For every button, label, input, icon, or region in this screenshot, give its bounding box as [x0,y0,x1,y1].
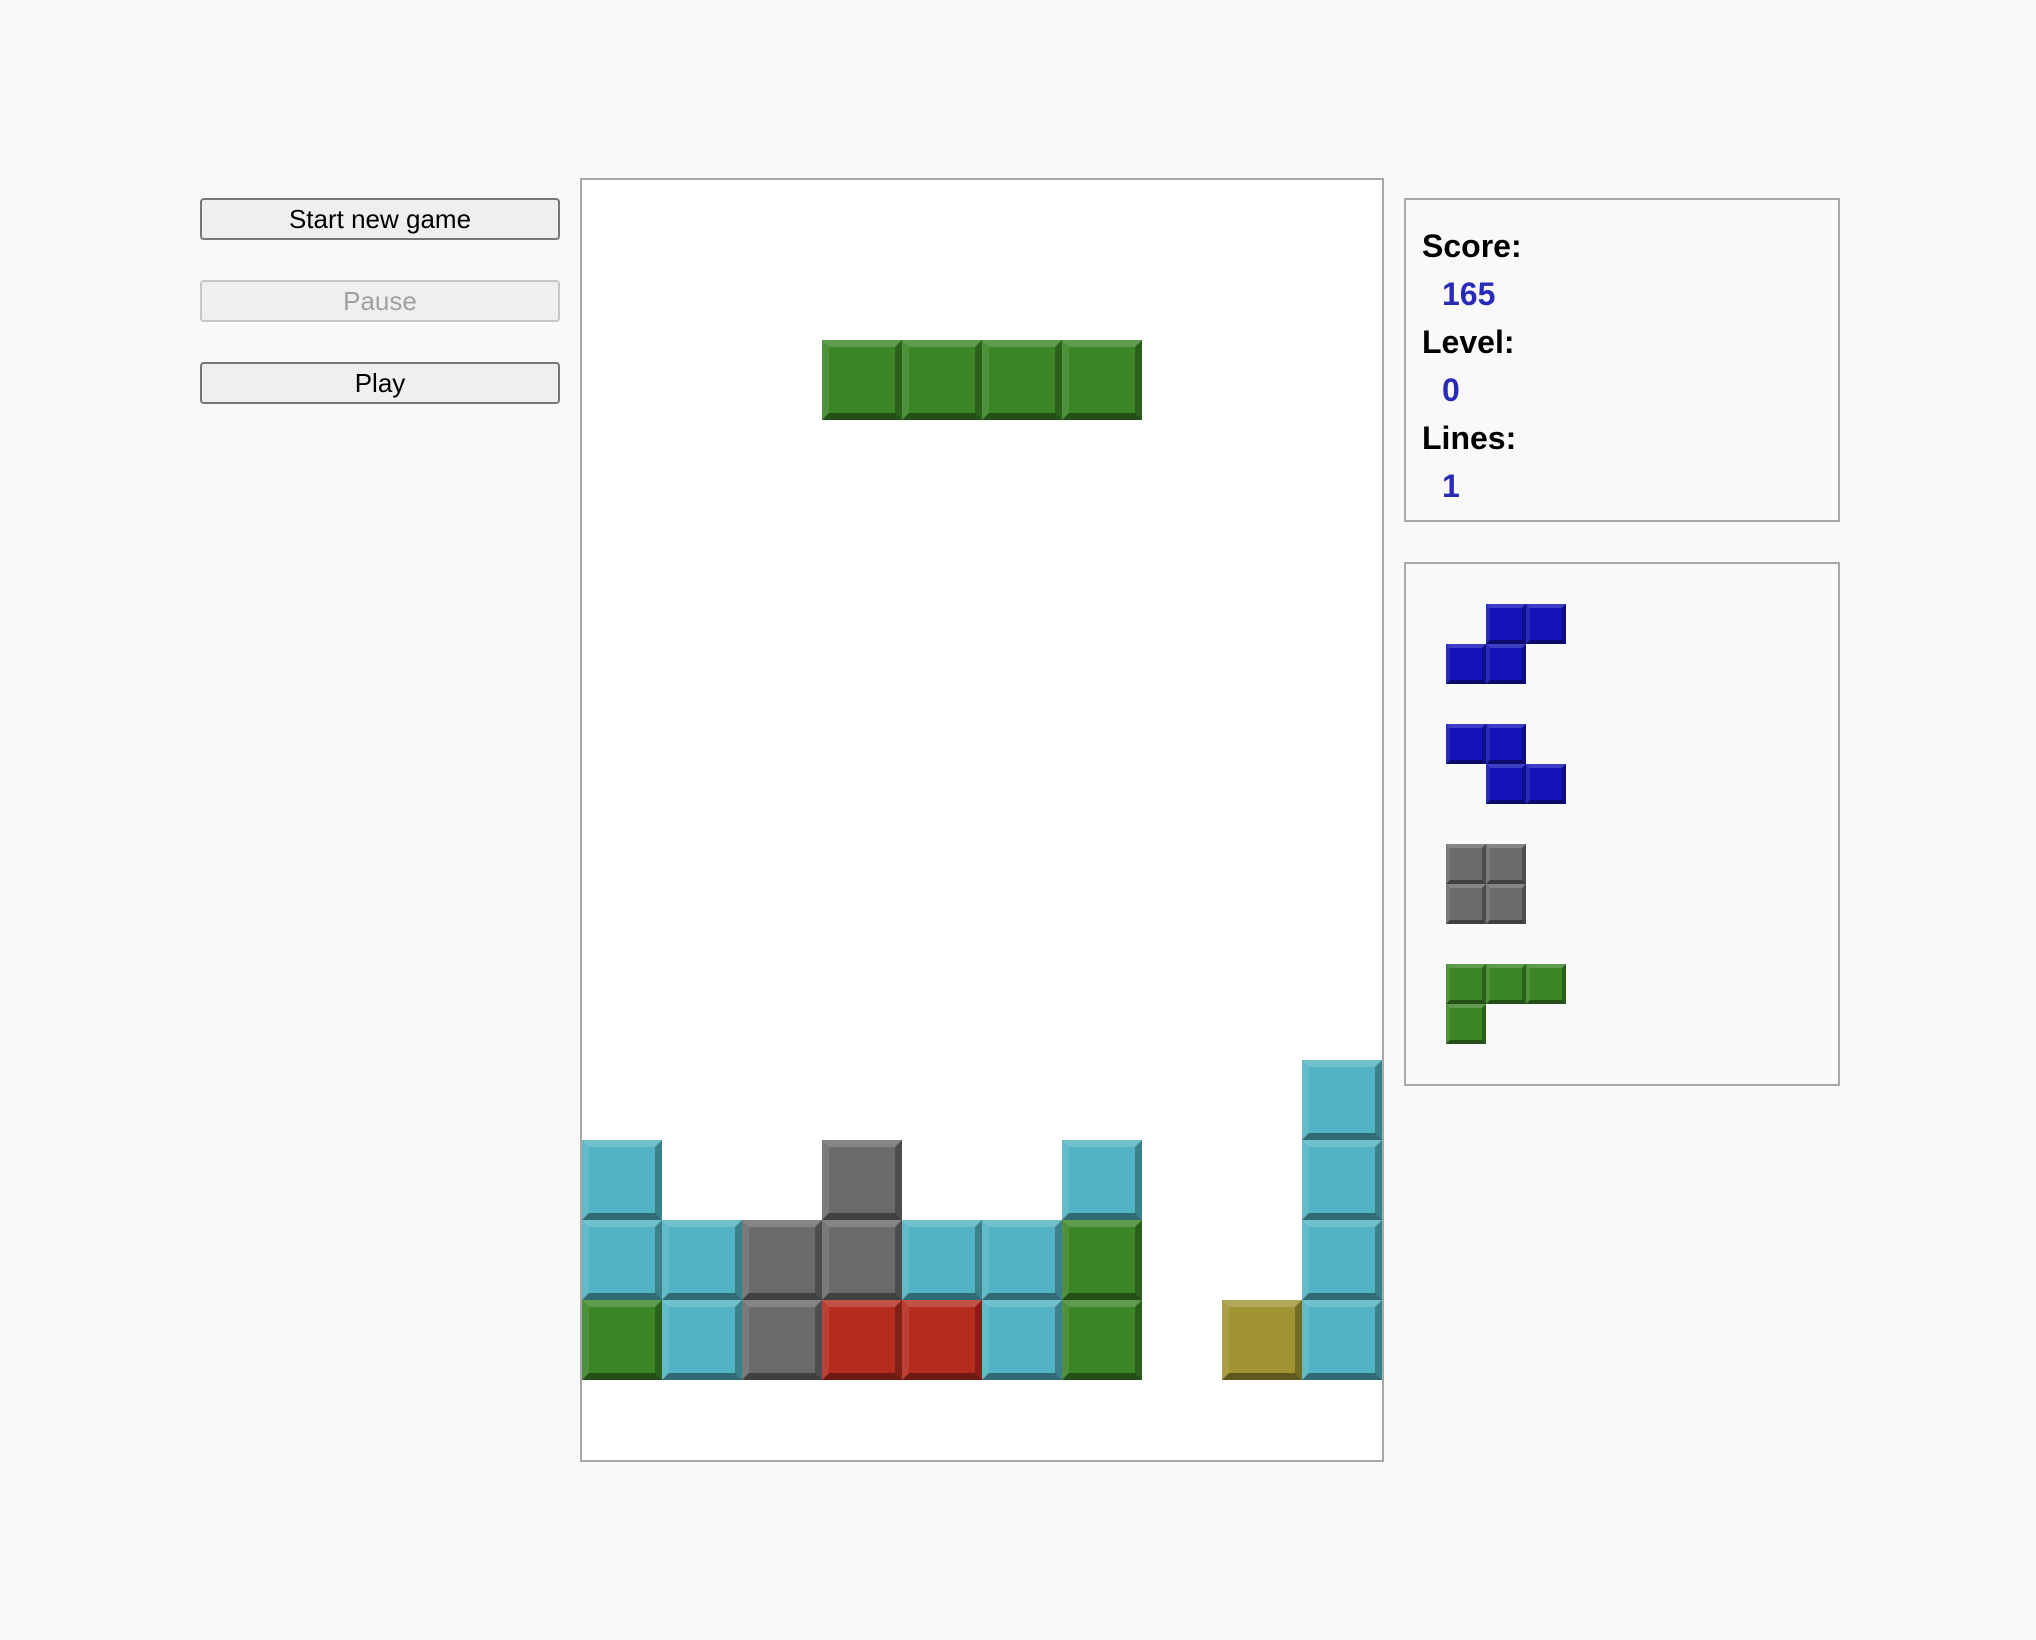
stack-block [582,1300,662,1380]
stack-block [822,1140,902,1220]
active-piece-block [902,340,982,420]
preview-block [1486,644,1526,684]
score-label: Score: [1422,228,1522,264]
stack-block [1062,1220,1142,1300]
stack-block [902,1300,982,1380]
start-new-game-button[interactable]: Start new game [200,198,560,240]
stack-block [1302,1300,1382,1380]
stack-block [902,1220,982,1300]
pause-button: Pause [200,280,560,322]
preview-block [1446,724,1486,764]
stack-block [982,1300,1062,1380]
stack-block [1062,1140,1142,1220]
preview-block [1446,884,1486,924]
stack-block [582,1220,662,1300]
next-pieces-panel [1404,562,1840,1086]
stack-block [1302,1060,1382,1140]
stack-block [822,1220,902,1300]
play-button[interactable]: Play [200,362,560,404]
stack-block [742,1220,822,1300]
stack-block [582,1140,662,1220]
preview-block [1486,604,1526,644]
stack-block [1302,1220,1382,1300]
board-grid [582,180,1382,1460]
preview-block [1446,1004,1486,1044]
preview-block [1446,964,1486,1004]
score-value: 165 [1442,276,1496,312]
game-controls: Start new game Pause Play [200,198,560,444]
lines-label: Lines: [1422,420,1517,456]
stack-block [1222,1300,1302,1380]
stack-block [982,1220,1062,1300]
active-piece-block [982,340,1062,420]
preview-block [1446,844,1486,884]
active-piece-block [822,340,902,420]
stack-block [1302,1140,1382,1220]
stack-block [1062,1300,1142,1380]
preview-block [1526,604,1566,644]
active-piece-block [1062,340,1142,420]
preview-block [1486,964,1526,1004]
stack-block [822,1300,902,1380]
preview-block [1446,644,1486,684]
stats-panel: Score: 165 Level: 0 Lines: 1 [1404,198,1840,522]
preview-block [1526,764,1566,804]
preview-block [1526,964,1566,1004]
game-board [580,178,1384,1462]
stack-block [662,1300,742,1380]
level-value: 0 [1442,372,1460,408]
preview-block [1486,884,1526,924]
preview-block [1486,844,1526,884]
stack-block [742,1300,822,1380]
lines-value: 1 [1442,468,1460,504]
preview-block [1486,724,1526,764]
preview-block [1486,764,1526,804]
level-label: Level: [1422,324,1515,360]
stack-block [662,1220,742,1300]
